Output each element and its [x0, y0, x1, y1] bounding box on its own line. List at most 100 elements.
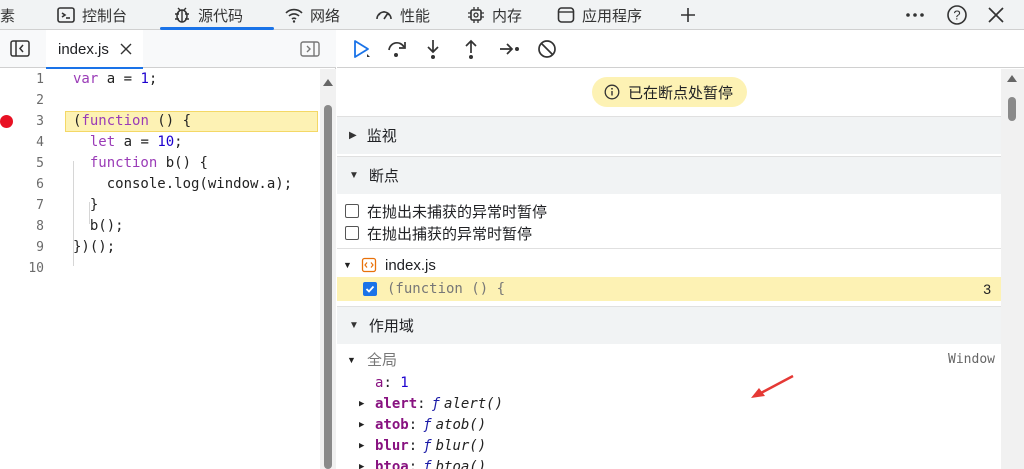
expanded-triangle-icon: ▼ [349, 170, 359, 181]
tab-memory[interactable]: 内存 [466, 0, 522, 30]
resume-button[interactable] [349, 37, 373, 61]
section-watch[interactable]: ▶ 监视 [337, 116, 1001, 154]
tab-sources[interactable]: 源代码 [160, 0, 274, 30]
code-line[interactable]: 1 var a = 1; [0, 69, 320, 90]
devtools-tab-bar: 素 控制台 源代码 网络 性能 内存 应用程序 ? [0, 0, 1024, 30]
step-button[interactable] [497, 37, 521, 61]
code-line[interactable]: 5 function b() { [0, 153, 320, 174]
section-scope[interactable]: ▼ 作用域 [337, 306, 1001, 344]
breakpoint-file-group[interactable]: ▼ index.js [337, 254, 1001, 276]
section-title: 监视 [366, 128, 397, 145]
toggle-navigator-icon[interactable] [10, 40, 30, 57]
scope-property-row[interactable]: ▶ blur: ƒ blur() [337, 435, 1001, 456]
tab-performance[interactable]: 性能 [374, 0, 430, 30]
close-tab-icon[interactable] [119, 42, 133, 56]
expanded-triangle-icon: ▼ [349, 320, 359, 331]
close-devtools-button[interactable] [986, 0, 1006, 30]
breakpoint-item[interactable]: (function () { 3 [337, 277, 1001, 301]
file-tab-label: index.js [58, 40, 109, 58]
scope-property-row[interactable]: ▶ btoa: ƒ btoa() [337, 456, 1001, 469]
code-text: b(); [73, 218, 124, 234]
tab-label: 性能 [400, 7, 431, 25]
prop-name: btoa [375, 458, 409, 469]
step-out-button[interactable] [459, 37, 483, 61]
tab-console[interactable]: 控制台 [56, 0, 127, 30]
code-line[interactable]: 10 [0, 258, 320, 279]
wifi-icon [285, 8, 303, 23]
line-number: 2 [36, 93, 44, 108]
function-symbol: ƒ [423, 437, 432, 454]
add-tool-button[interactable] [678, 0, 698, 30]
step-icon [500, 43, 519, 55]
prop-value: alert() [444, 395, 504, 412]
resume-icon [354, 40, 370, 58]
scrollbar-thumb[interactable] [1008, 97, 1016, 121]
line-number: 5 [36, 156, 44, 171]
code-line[interactable]: 9 })(); [0, 237, 320, 258]
line-number: 4 [36, 135, 44, 150]
scope-property-row[interactable]: ▶ atob: ƒ atob() [337, 414, 1001, 435]
code-text: console.log(window.a); [73, 176, 293, 192]
help-icon: ? [947, 5, 967, 25]
tab-elements-partial[interactable]: 素 [0, 0, 15, 30]
breakpoint-checkbox[interactable] [363, 282, 377, 296]
scroll-up-icon[interactable] [1007, 75, 1017, 82]
tab-label: 素 [0, 7, 16, 25]
editor-scrollbar[interactable] [320, 69, 336, 469]
chip-icon [468, 7, 484, 23]
scrollbar-thumb[interactable] [324, 105, 332, 469]
section-breakpoints[interactable]: ▼ 断点 [337, 156, 1001, 194]
tab-label: 网络 [310, 7, 341, 25]
file-tab-index-js[interactable]: index.js [46, 30, 143, 69]
code-text: (function () { [73, 113, 192, 129]
scope-property-row[interactable]: ▶ alert: ƒ alert() [337, 393, 1001, 414]
code-line[interactable]: (function () { [0, 111, 320, 132]
scroll-up-icon[interactable] [323, 79, 333, 86]
tab-application[interactable]: 应用程序 [556, 0, 642, 30]
checkbox[interactable] [345, 204, 359, 218]
code-line[interactable]: 2 [0, 90, 320, 111]
paused-status-badge: 已在断点处暂停 [592, 77, 748, 107]
code-text: })(); [73, 239, 116, 255]
code-editor[interactable]: 1 var a = 1; 2 3 (function () { 4 let a … [0, 69, 336, 469]
more-tools-button[interactable] [904, 0, 926, 30]
breakpoint-code: (function () { [387, 281, 506, 297]
deactivate-breakpoints-button[interactable] [535, 37, 559, 61]
check-icon [365, 285, 375, 293]
step-into-button[interactable] [421, 37, 445, 61]
code-line[interactable]: 4 let a = 10; [0, 132, 320, 153]
breakpoint-line-number: 3 [983, 281, 991, 297]
code-line[interactable]: 8 b(); [0, 216, 320, 237]
scope-global-row[interactable]: ▼ 全局 Window [337, 349, 1001, 370]
paused-text: 已在断点处暂停 [628, 84, 734, 102]
gauge-icon [376, 11, 392, 20]
tab-label: 应用程序 [582, 7, 643, 25]
pause-caught-option[interactable]: 在抛出捕获的异常时暂停 [345, 222, 532, 244]
debugger-scrollbar[interactable] [1001, 69, 1024, 469]
debugger-pane: 已在断点处暂停 ▶ 监视 ▼ 断点 在抛出未捕获的异常时暂停 在抛出捕获的异常时… [337, 30, 1024, 469]
prop-value: btoa() [435, 458, 487, 469]
option-label: 在抛出未捕获的异常时暂停 [367, 203, 548, 221]
prop-value: blur() [435, 437, 487, 454]
code-line[interactable]: 7 } [0, 195, 320, 216]
tab-label: 源代码 [198, 7, 244, 25]
help-button[interactable]: ? [946, 0, 968, 30]
code-line[interactable]: 6 console.log(window.a); [0, 174, 320, 195]
line-number: 8 [36, 219, 44, 234]
code-text: let a = 10; [89, 134, 183, 150]
function-symbol: ƒ [431, 395, 441, 412]
prop-value: 1 [400, 374, 409, 391]
pause-uncaught-option[interactable]: 在抛出未捕获的异常时暂停 [345, 200, 547, 222]
prop-name: alert [375, 395, 418, 412]
step-over-button[interactable] [385, 37, 409, 61]
scope-property-row[interactable]: a: 1 [337, 372, 1001, 393]
debugger-toolbar [337, 30, 1024, 68]
scope-global-label: 全局 [367, 352, 398, 369]
checkbox[interactable] [345, 226, 359, 240]
line-number: 7 [36, 198, 44, 213]
paused-banner-area: 已在断点处暂停 [337, 69, 1001, 115]
collapsed-triangle-icon: ▶ [359, 398, 365, 409]
toggle-debugger-icon[interactable] [300, 41, 320, 57]
tab-network[interactable]: 网络 [284, 0, 340, 30]
step-out-icon [465, 39, 477, 59]
